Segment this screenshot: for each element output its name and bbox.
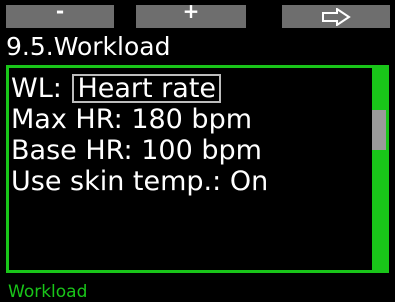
settings-list: WL: Heart rate Max HR: 180 bpm Base HR: …	[11, 73, 371, 197]
max-hr-row[interactable]: Max HR: 180 bpm	[11, 104, 371, 135]
workload-label: WL:	[11, 73, 62, 104]
scrollbar[interactable]	[372, 68, 386, 270]
base-hr-row[interactable]: Base HR: 100 bpm	[11, 135, 371, 166]
workload-value[interactable]: Heart rate	[72, 74, 222, 103]
plus-softkey[interactable]: +	[136, 1, 246, 28]
scroll-thumb[interactable]	[372, 110, 386, 150]
right-arrow-icon	[322, 7, 351, 26]
minus-softkey-label: -	[55, 0, 65, 23]
minus-softkey[interactable]: -	[6, 1, 114, 28]
page-title: 9.5.Workload	[6, 32, 171, 61]
footer-label: Workload	[8, 282, 88, 302]
workload-row[interactable]: WL: Heart rate	[11, 73, 371, 104]
next-softkey[interactable]	[282, 5, 390, 28]
skin-temp-row[interactable]: Use skin temp.: On	[11, 166, 371, 197]
settings-panel: WL: Heart rate Max HR: 180 bpm Base HR: …	[6, 65, 389, 273]
softkey-bar: - +	[6, 0, 390, 28]
plus-softkey-label: +	[182, 0, 200, 23]
